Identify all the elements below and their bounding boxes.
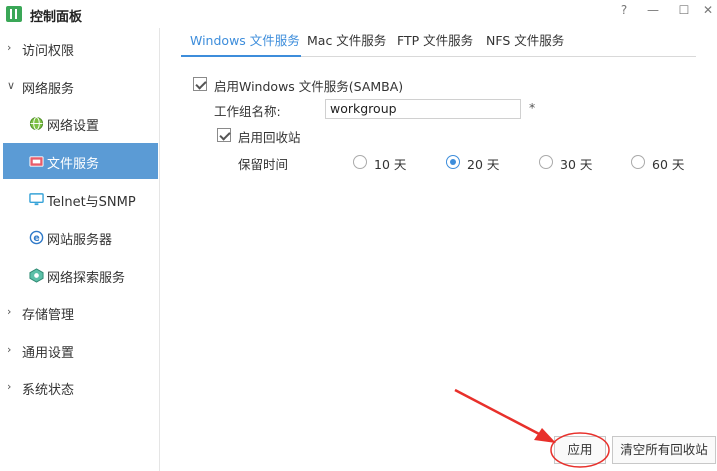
sidebar-item-label: 文件服务 bbox=[47, 157, 100, 172]
control-panel-icon bbox=[6, 6, 22, 22]
sidebar-group-label: 访问权限 bbox=[22, 44, 75, 59]
minimize-button[interactable]: — bbox=[642, 1, 664, 19]
close-button[interactable]: ✕ bbox=[697, 1, 717, 19]
sidebar-group-storage[interactable]: › 存储管理 bbox=[0, 298, 160, 326]
retention-radio-60[interactable] bbox=[631, 155, 645, 169]
main-panel: Windows 文件服务 Mac 文件服务 FTP 文件服务 NFS 文件服务 … bbox=[161, 28, 717, 471]
sidebar-item-network-settings[interactable]: 网络设置 bbox=[3, 105, 158, 141]
sidebar-group-status[interactable]: › 系统状态 bbox=[0, 373, 160, 401]
chevron-right-icon: › bbox=[7, 41, 12, 54]
retention-option-label: 60 天 bbox=[652, 157, 685, 172]
sidebar-item-label: 网络设置 bbox=[47, 119, 100, 134]
chevron-down-icon: ∨ bbox=[7, 79, 16, 92]
svg-text:e: e bbox=[33, 233, 39, 244]
sidebar-item-network-discovery[interactable]: 网络探索服务 bbox=[3, 257, 158, 293]
sidebar-group-label: 网络服务 bbox=[22, 82, 75, 97]
sidebar-item-label: 网站服务器 bbox=[47, 233, 113, 248]
sidebar-group-network[interactable]: ∨ 网络服务 bbox=[0, 72, 160, 100]
sidebar-group-label: 系统状态 bbox=[22, 383, 75, 398]
retention-option-label: 10 天 bbox=[374, 157, 407, 172]
globe-icon bbox=[29, 116, 44, 131]
tab-ftp-file-service[interactable]: FTP 文件服务 bbox=[397, 28, 473, 54]
monitor-icon bbox=[29, 193, 44, 206]
sidebar-group-label: 通用设置 bbox=[22, 346, 75, 361]
workgroup-label: 工作组名称: bbox=[214, 104, 281, 119]
sidebar-item-label: 网络探索服务 bbox=[47, 271, 126, 286]
window-title: 控制面板 bbox=[30, 10, 83, 25]
maximize-button[interactable]: ☐ bbox=[673, 1, 695, 19]
enable-samba-label: 启用Windows 文件服务(SAMBA) bbox=[214, 79, 404, 94]
enable-samba-checkbox[interactable] bbox=[193, 77, 207, 91]
workgroup-input[interactable]: workgroup bbox=[325, 99, 521, 119]
enable-recycle-checkbox[interactable] bbox=[217, 128, 231, 142]
sidebar-group-access[interactable]: › 访问权限 bbox=[0, 34, 160, 62]
chevron-right-icon: › bbox=[7, 305, 12, 318]
enable-recycle-label: 启用回收站 bbox=[238, 130, 301, 145]
retention-radio-30[interactable] bbox=[539, 155, 553, 169]
chevron-right-icon: › bbox=[7, 343, 12, 356]
retention-radio-10[interactable] bbox=[353, 155, 367, 169]
sidebar-item-telnet-snmp[interactable]: Telnet与SNMP bbox=[3, 181, 158, 217]
required-mark: * bbox=[529, 100, 536, 115]
chevron-right-icon: › bbox=[7, 380, 12, 393]
ie-icon: e bbox=[29, 230, 44, 245]
network-discovery-icon bbox=[29, 268, 44, 283]
tab-mac-file-service[interactable]: Mac 文件服务 bbox=[307, 28, 386, 54]
file-service-icon bbox=[29, 156, 44, 167]
clear-recycle-bins-button[interactable]: 清空所有回收站 bbox=[612, 436, 716, 464]
help-button[interactable]: ? bbox=[613, 1, 635, 19]
retention-radio-20[interactable] bbox=[446, 155, 460, 169]
tab-nfs-file-service[interactable]: NFS 文件服务 bbox=[486, 28, 564, 54]
sidebar-item-label: Telnet与SNMP bbox=[47, 195, 136, 210]
sidebar-group-label: 存储管理 bbox=[22, 308, 75, 323]
sidebar-item-web-server[interactable]: e 网站服务器 bbox=[3, 219, 158, 255]
tab-windows-file-service[interactable]: Windows 文件服务 bbox=[190, 28, 300, 54]
sidebar-item-file-service[interactable]: 文件服务 bbox=[3, 143, 158, 179]
sidebar-group-general[interactable]: › 通用设置 bbox=[0, 336, 160, 364]
retention-label: 保留时间 bbox=[238, 157, 289, 172]
apply-button[interactable]: 应用 bbox=[554, 436, 606, 464]
active-tab-indicator bbox=[181, 55, 301, 57]
retention-option-label: 20 天 bbox=[467, 157, 500, 172]
retention-option-label: 30 天 bbox=[560, 157, 593, 172]
title-bar: 控制面板 ? — ☐ ✕ bbox=[0, 0, 717, 28]
sidebar: › 访问权限 ∨ 网络服务 网络设置 文件服务 Telnet与SNMP e 网站… bbox=[0, 28, 160, 471]
